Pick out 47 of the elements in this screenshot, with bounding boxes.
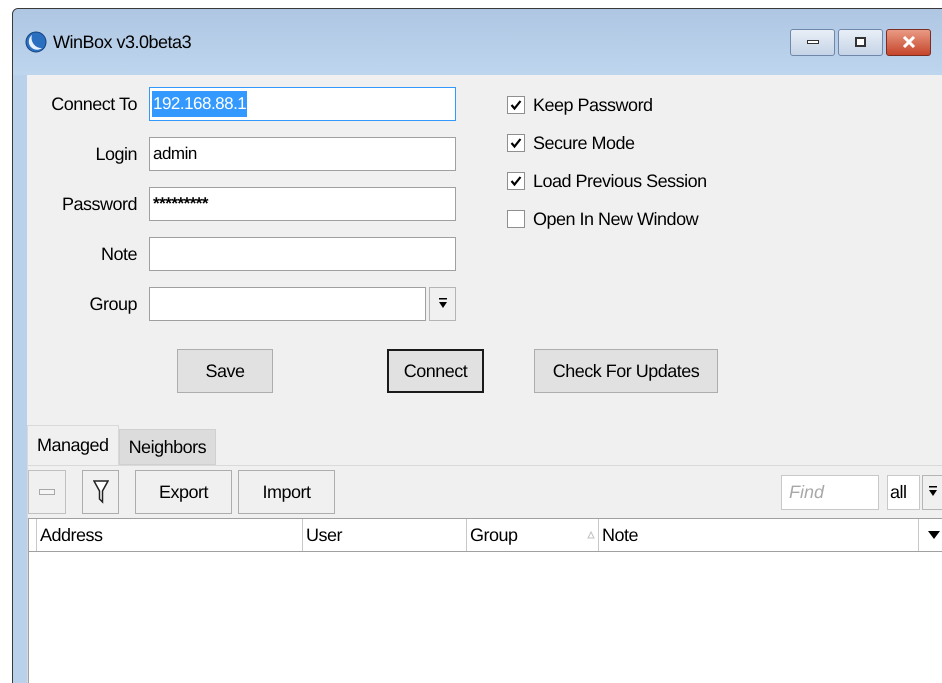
dropdown-button[interactable]	[429, 287, 456, 321]
check-icon	[510, 99, 522, 111]
field-label: Group	[88, 292, 137, 316]
column-header[interactable]: Address	[37, 519, 303, 551]
toolbar-button[interactable]: Export	[135, 470, 232, 514]
dropdown-button[interactable]	[922, 474, 942, 510]
field-label: Login	[94, 142, 137, 166]
find-field[interactable]: Find	[781, 474, 879, 510]
check-icon	[510, 175, 522, 187]
sort-icon	[587, 531, 595, 539]
window-title: WinBox v3.0beta3	[53, 30, 192, 54]
close-icon	[902, 36, 916, 48]
maximize-button[interactable]	[838, 28, 883, 56]
close-button[interactable]	[886, 28, 931, 56]
minus-icon	[39, 489, 55, 495]
checkbox[interactable]	[507, 172, 525, 190]
field-label: Connect To	[50, 92, 137, 116]
funnel-icon	[92, 480, 108, 504]
minimize-button[interactable]	[790, 28, 835, 56]
column-header[interactable]: Note	[599, 519, 919, 551]
checkbox-label: Secure Mode	[533, 132, 635, 154]
input-field[interactable]: admin	[149, 137, 456, 171]
check-icon	[510, 137, 522, 149]
tab[interactable]: Managed	[27, 425, 119, 465]
caret-icon	[928, 486, 938, 498]
app-logo-icon	[25, 31, 47, 53]
checkbox[interactable]	[507, 134, 525, 152]
checkbox[interactable]	[507, 96, 525, 114]
column-header[interactable]: User	[303, 519, 467, 551]
caret-icon	[438, 298, 448, 310]
filter-button[interactable]	[82, 470, 119, 514]
input-field[interactable]: *********	[149, 187, 456, 221]
field-label: Password	[60, 192, 137, 216]
checkbox[interactable]	[507, 210, 525, 228]
checkbox-label: Keep Password	[533, 94, 653, 117]
filter-dropdown[interactable]: all	[887, 474, 920, 510]
toolbar-button[interactable]: Import	[238, 470, 335, 514]
input-field[interactable]	[149, 237, 456, 271]
tab[interactable]: Neighbors	[118, 429, 216, 465]
checkbox-label: Load Previous Session	[533, 170, 707, 192]
field-label: Note	[100, 242, 137, 266]
dialog-button[interactable]: Save	[177, 349, 273, 393]
dialog-button[interactable]: Connect	[387, 349, 484, 393]
caret-icon	[928, 531, 940, 539]
checkbox-label: Open In New Window	[533, 208, 698, 231]
column-header[interactable]: Group	[467, 519, 599, 551]
dialog-button[interactable]: Check For Updates	[534, 349, 718, 393]
